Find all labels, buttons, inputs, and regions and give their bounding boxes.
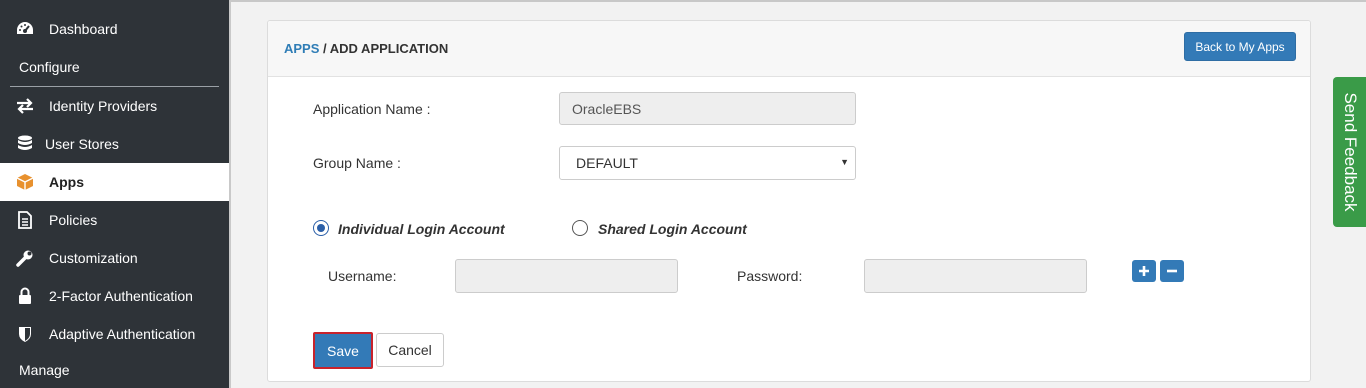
send-feedback-tab[interactable]: Send Feedback: [1333, 77, 1366, 227]
send-feedback-label: Send Feedback: [1340, 92, 1360, 212]
application-name-label: Application Name :: [313, 101, 431, 117]
shared-login-radio[interactable]: [572, 220, 588, 236]
sidebar-item-label: User Stores: [45, 136, 119, 152]
sidebar-item-label: Identity Providers: [49, 98, 158, 114]
username-input[interactable]: [455, 259, 678, 293]
password-label: Password:: [737, 268, 803, 284]
dashboard-icon: [14, 19, 36, 39]
sidebar-item-dashboard[interactable]: Dashboard: [0, 10, 229, 48]
lock-icon: [14, 286, 36, 306]
remove-row-button[interactable]: [1160, 260, 1184, 282]
group-name-label: Group Name :: [313, 155, 401, 171]
minus-icon: [1167, 269, 1177, 273]
top-border: [231, 0, 1366, 2]
password-input[interactable]: [864, 259, 1087, 293]
group-name-value: DEFAULT: [576, 155, 638, 171]
breadcrumb-apps-link[interactable]: APPS: [284, 41, 319, 56]
sidebar-item-label: Adaptive Authentication: [49, 326, 196, 342]
username-label: Username:: [328, 268, 397, 284]
sidebar-item-apps[interactable]: Apps: [0, 163, 229, 201]
save-button[interactable]: Save: [313, 332, 373, 369]
arrows-exchange-icon: [14, 96, 36, 116]
wrench-icon: [14, 248, 36, 268]
shared-login-label: Shared Login Account: [598, 221, 747, 237]
shield-icon: [14, 324, 36, 344]
panel-header: APPS / ADD APPLICATION Back to My Apps: [268, 21, 1310, 77]
sidebar-item-customization[interactable]: Customization: [0, 239, 229, 277]
sidebar-item-label: 2-Factor Authentication: [49, 288, 193, 304]
dropdown-caret-icon: ▼: [840, 157, 849, 167]
sidebar-item-label: Dashboard: [49, 21, 118, 37]
section-manage: Manage: [19, 362, 70, 378]
sidebar-item-identity-providers[interactable]: Identity Providers: [0, 87, 229, 125]
sidebar-item-label: Apps: [49, 174, 84, 190]
breadcrumb-separator: /: [319, 41, 330, 56]
group-name-select[interactable]: DEFAULT ▼: [559, 146, 856, 180]
add-application-panel: APPS / ADD APPLICATION Back to My Apps: [267, 20, 1311, 382]
sidebar-item-2fa[interactable]: 2-Factor Authentication: [0, 277, 229, 315]
cube-icon: [14, 172, 36, 192]
sidebar: Dashboard Configure Identity Providers U…: [0, 0, 231, 388]
plus-icon: [1139, 266, 1149, 276]
document-icon: [14, 210, 36, 230]
breadcrumb: APPS / ADD APPLICATION: [284, 41, 448, 56]
sidebar-item-label: Policies: [49, 212, 98, 228]
individual-login-label: Individual Login Account: [338, 221, 505, 237]
application-name-input[interactable]: OracleEBS: [559, 92, 856, 125]
sidebar-item-user-stores[interactable]: User Stores: [0, 125, 229, 163]
sidebar-item-policies[interactable]: Policies: [0, 201, 229, 239]
individual-login-radio[interactable]: [313, 220, 329, 236]
section-configure: Configure: [19, 59, 80, 75]
sidebar-item-adaptive-auth[interactable]: Adaptive Authentication: [0, 315, 229, 353]
database-icon: [14, 134, 36, 154]
cancel-button[interactable]: Cancel: [376, 333, 444, 367]
breadcrumb-current: ADD APPLICATION: [329, 41, 449, 56]
add-row-button[interactable]: [1132, 260, 1156, 282]
back-to-my-apps-button[interactable]: Back to My Apps: [1184, 32, 1296, 61]
sidebar-item-label: Customization: [49, 250, 138, 266]
